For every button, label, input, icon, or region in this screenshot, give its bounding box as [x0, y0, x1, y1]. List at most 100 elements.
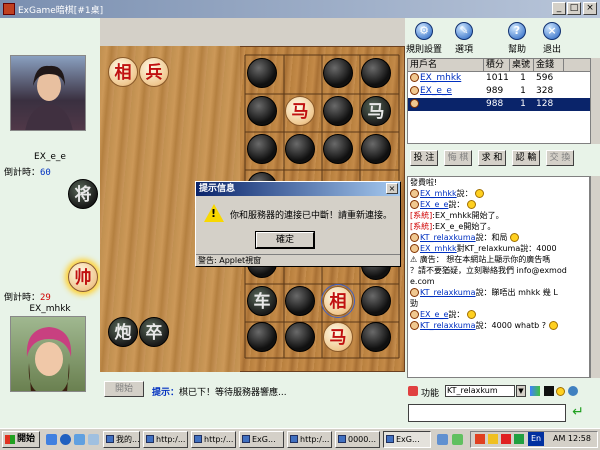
chat-user[interactable]: EX_mhkk — [420, 244, 457, 253]
bet-button[interactable]: 投 注 — [410, 150, 438, 166]
hidden-piece[interactable] — [247, 58, 277, 88]
function-select[interactable]: KT_relaxkum — [445, 385, 515, 397]
chat-user[interactable]: KT_relaxkuma — [420, 233, 476, 242]
browser-icon[interactable] — [60, 434, 71, 445]
hidden-piece[interactable] — [361, 134, 391, 164]
col-table[interactable]: 桌號 — [510, 59, 534, 71]
quicklaunch-icon[interactable] — [88, 434, 99, 445]
maximize-button[interactable]: □ — [567, 2, 581, 15]
selected-board-piece[interactable]: 相 — [321, 284, 355, 318]
chat-user[interactable]: EX_mhkk — [420, 189, 457, 198]
tray-icon[interactable] — [488, 434, 498, 444]
task-button[interactable]: http:/... — [287, 431, 332, 448]
task-button-active[interactable]: ExG... — [383, 431, 431, 448]
dialog-close-button[interactable]: × — [386, 183, 398, 194]
color-icon[interactable] — [530, 386, 540, 396]
board-piece[interactable]: 马 — [361, 96, 391, 126]
bold-icon[interactable] — [544, 386, 554, 396]
chat-line: ？請不要猶疑，立刻聯絡我們 info@exmod — [410, 266, 567, 275]
draw-button[interactable]: 求 和 — [478, 150, 506, 166]
board-piece[interactable]: 车 — [247, 286, 277, 316]
minimize-button[interactable]: _ — [552, 2, 566, 15]
task-button[interactable]: ExG... — [239, 431, 284, 448]
task-icon — [290, 435, 298, 443]
hidden-piece[interactable] — [247, 96, 277, 126]
timer-label: 倒計時： — [4, 168, 41, 178]
emote-icon[interactable] — [568, 386, 578, 396]
chevron-down-icon[interactable]: ▼ — [516, 385, 526, 397]
options-label: 選項 — [454, 45, 473, 55]
col-username[interactable]: 用戶名 — [408, 59, 484, 71]
swap-button[interactable]: 交 換 — [546, 150, 574, 166]
help-button[interactable]: ? 幫助 — [498, 22, 536, 55]
hidden-piece[interactable] — [247, 134, 277, 164]
undo-button[interactable]: 悔 棋 — [444, 150, 472, 166]
user-list[interactable]: 用戶名 積分 桌號 金錢 EX_mhkk 1011 1 596 EX_e_e 9… — [407, 58, 593, 144]
resign-button[interactable]: 認 輸 — [512, 150, 540, 166]
col-money[interactable]: 金錢 — [534, 59, 564, 71]
hidden-piece[interactable] — [361, 58, 391, 88]
close-button[interactable]: × — [583, 2, 597, 15]
start-button[interactable]: 開始 — [104, 381, 144, 397]
hidden-piece[interactable] — [285, 134, 315, 164]
player-photo-bottom — [10, 316, 86, 392]
task-button[interactable]: http:/... — [143, 431, 188, 448]
hidden-piece[interactable] — [361, 286, 391, 316]
ok-button[interactable]: 確定 — [255, 231, 315, 249]
chat-line: KT_relaxkuma說：4000 whatb ? — [408, 320, 589, 331]
task-label: 0000... — [348, 435, 376, 444]
hidden-piece[interactable] — [285, 322, 315, 352]
hidden-piece[interactable] — [361, 322, 391, 352]
board-piece[interactable]: 马 — [323, 322, 353, 352]
quicklaunch-icon[interactable] — [452, 434, 463, 445]
chat-text: 對KT_relaxkuma說：4000 — [456, 244, 557, 253]
chat-user[interactable]: EX_e_e — [420, 200, 448, 209]
user-name[interactable]: EX_e_e — [420, 86, 452, 96]
start-menu-button[interactable]: 開始 — [2, 431, 40, 448]
system-tag: [系統] — [410, 211, 433, 220]
quicklaunch-icon[interactable] — [46, 434, 57, 445]
exit-button[interactable]: × 退出 — [533, 22, 571, 55]
user-row-selected[interactable]: 988 1 128 — [408, 98, 592, 111]
quicklaunch-icon[interactable] — [74, 434, 85, 445]
help-icon: ? — [508, 22, 526, 40]
chat-input[interactable] — [408, 404, 566, 422]
smiley-icon[interactable] — [556, 387, 565, 396]
hidden-piece[interactable] — [247, 322, 277, 352]
options-button[interactable]: ✎ 選項 — [445, 22, 483, 55]
task-button[interactable]: 我的... — [103, 431, 140, 448]
timer-value: 60 — [40, 168, 51, 178]
chat-user[interactable]: KT_relaxkuma — [420, 288, 476, 297]
chat-line: EX_e_e說： — [408, 309, 589, 320]
ime-indicator[interactable]: En — [528, 432, 544, 446]
tray-icon[interactable] — [514, 434, 524, 444]
chat-scrollbar[interactable] — [590, 176, 600, 378]
chat-log[interactable]: 發費啦! EX_mhkk說： EX_e_e說： [系統]:EX_mhkk開始了。… — [407, 176, 590, 378]
chat-user[interactable]: KT_relaxkuma — [420, 321, 476, 330]
user-row[interactable]: EX_e_e 989 1 328 — [408, 85, 592, 98]
quicklaunch-icon[interactable] — [437, 434, 448, 445]
hidden-piece[interactable] — [285, 286, 315, 316]
alert-dialog: 提示信息 × ! 你和服務器的連接已中斷！請重新連接。 確定 警告: Apple… — [195, 181, 401, 267]
chat-text: 說： — [448, 200, 465, 209]
task-button[interactable]: 0000... — [335, 431, 380, 448]
user-list-scrollbar[interactable] — [590, 58, 600, 144]
task-button[interactable]: http:/... — [191, 431, 236, 448]
rules-button[interactable]: ⚙ 規則設置 — [405, 22, 443, 55]
hidden-piece[interactable] — [323, 96, 353, 126]
hint-text: 提示：棋已下！等待服務器響應... — [152, 385, 287, 398]
tray-icon[interactable] — [475, 434, 485, 444]
board-piece[interactable]: 马 — [285, 96, 315, 126]
hidden-piece[interactable] — [323, 58, 353, 88]
chat-user[interactable]: EX_e_e — [420, 310, 448, 319]
toolbar: ⚙ 規則設置 ✎ 選項 ? 幫助 × 退出 — [405, 18, 600, 58]
user-row[interactable]: EX_mhkk 1011 1 596 — [408, 72, 592, 85]
player-panel: EX_e_e 倒計時：60 将 帅 倒計時：29 EX_mhkk — [0, 18, 100, 398]
send-icon[interactable]: ↵ — [570, 405, 586, 421]
clock: AM 12:58 — [553, 434, 591, 443]
hidden-piece[interactable] — [323, 134, 353, 164]
user-name[interactable]: EX_mhkk — [420, 73, 461, 83]
col-score[interactable]: 積分 — [484, 59, 510, 71]
timer-top: 倒計時：60 — [4, 165, 51, 178]
tray-icon[interactable] — [501, 434, 511, 444]
